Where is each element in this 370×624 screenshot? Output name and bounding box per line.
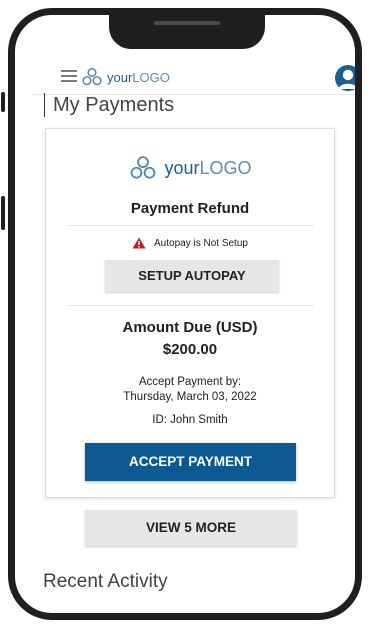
header-logo[interactable]: yourLOGO [81, 67, 170, 87]
user-id: ID: John Smith [152, 414, 228, 426]
page-title: My Payments [44, 93, 174, 117]
autopay-warning: Autopay is Not Setup [46, 237, 334, 249]
app-header: yourLOGO [33, 59, 355, 95]
logo-icon [131, 156, 156, 179]
phone-speaker [154, 21, 220, 25]
autopay-warning-text: Autopay is Not Setup [154, 237, 248, 249]
accept-by-date: Accept Payment by: Thursday, March 03, 2… [46, 375, 334, 405]
accept-by-date-value: Thursday, March 03, 2022 [123, 391, 257, 403]
header-logo-text: yourLOGO [107, 70, 170, 85]
phone-side-button [1, 92, 5, 112]
card-heading: Payment Refund [130, 200, 250, 217]
recent-activity-heading: Recent Activity [43, 571, 168, 592]
amount-due-label: Amount Due (USD) [122, 319, 258, 336]
accept-by-label: Accept Payment by: [138, 376, 242, 388]
user-avatar-icon[interactable] [335, 65, 355, 91]
phone-side-button [1, 196, 5, 230]
logo-icon [82, 67, 102, 86]
warning-icon [132, 237, 146, 249]
amount-due-value: $200.00 [162, 341, 218, 358]
phone-notch [109, 15, 265, 49]
accept-payment-button[interactable]: ACCEPT PAYMENT [85, 443, 296, 481]
setup-autopay-button[interactable]: SETUP AUTOPAY [105, 260, 279, 292]
hamburger-icon[interactable] [61, 70, 77, 82]
view-more-button[interactable]: VIEW 5 MORE [85, 510, 297, 546]
header-logo-suffix: LOGO [132, 69, 170, 85]
card-logo-text: yourLOGO [164, 158, 251, 179]
divider [68, 305, 314, 306]
payment-card: yourLOGO Payment Refund Autopay is Not S… [45, 128, 335, 498]
card-logo: yourLOGO [46, 155, 334, 181]
header-logo-prefix: your [107, 69, 133, 85]
card-logo-prefix: your [164, 157, 200, 178]
card-logo-suffix: LOGO [199, 157, 252, 178]
divider [68, 225, 314, 226]
